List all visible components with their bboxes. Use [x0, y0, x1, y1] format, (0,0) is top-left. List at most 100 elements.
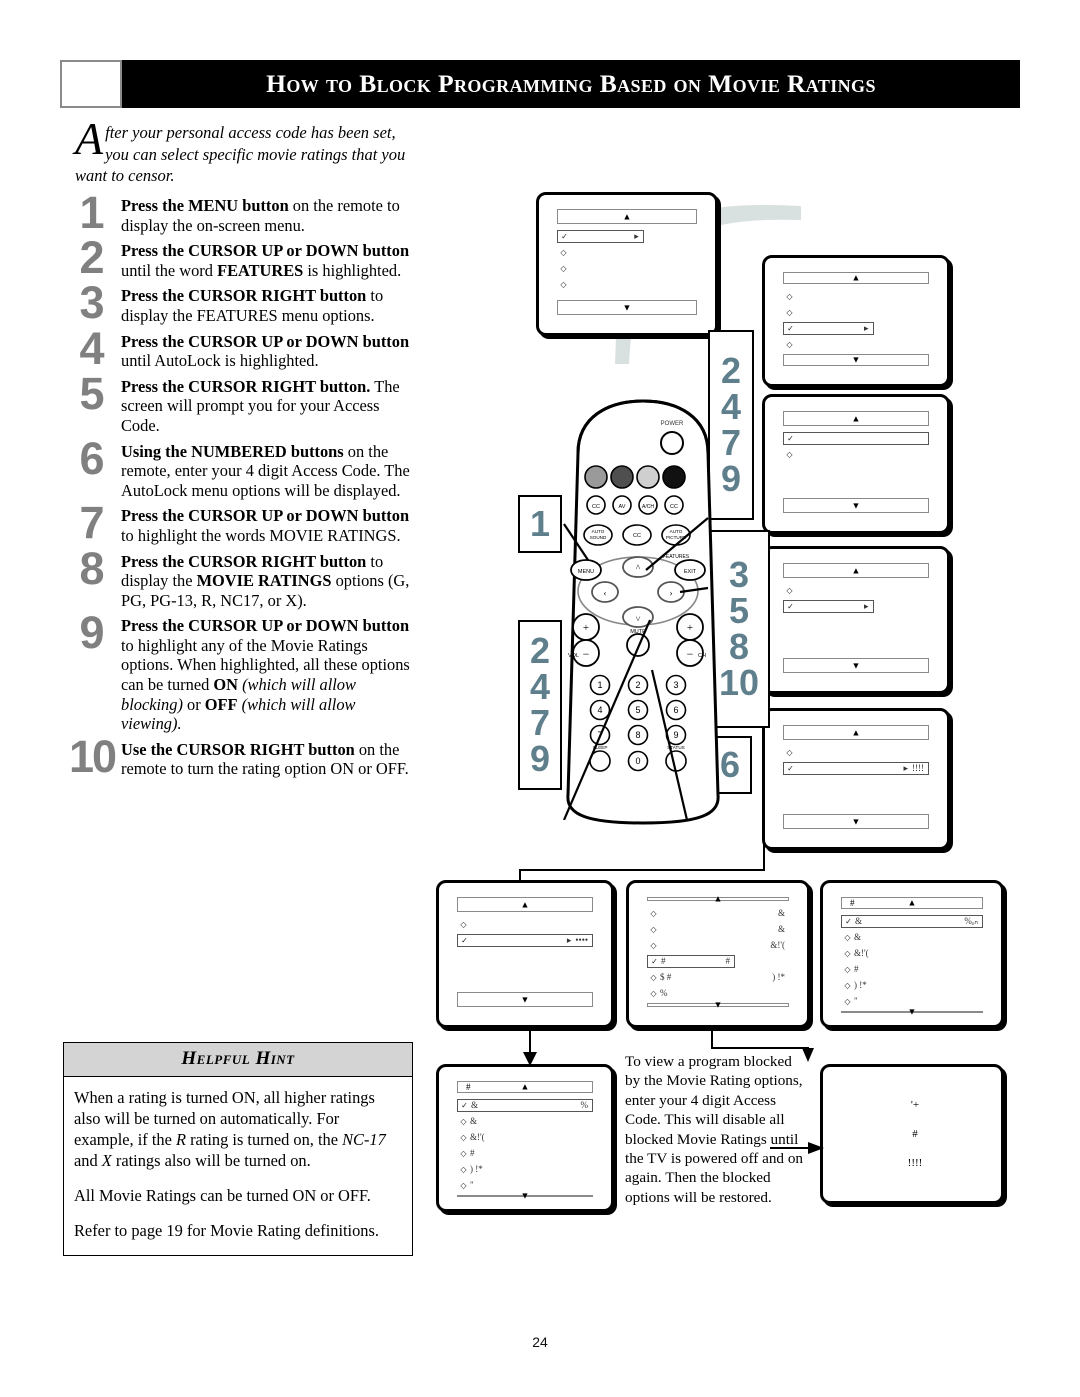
menu-row[interactable]: ✓ &% — [457, 1099, 593, 1112]
step-number: 10 — [68, 730, 117, 782]
menu-row[interactable]: ◇ — [783, 448, 929, 461]
diamond-bullet-icon: ◇ — [844, 997, 851, 1006]
menu-row[interactable]: ◇ — [783, 584, 929, 597]
svg-text:EXIT: EXIT — [684, 569, 697, 575]
menu-spacer — [783, 464, 929, 498]
step-text: Press the MENU button on the remote to d… — [121, 196, 400, 235]
menu-row-label: ) !* — [470, 1164, 483, 1174]
tv-screen-features-menu: ▲ ✓ ◇ ▼ — [762, 394, 950, 534]
menu-row[interactable]: ◇ — [783, 290, 929, 303]
step-text: Press the CURSOR UP or DOWN button to hi… — [121, 506, 410, 545]
check-icon: ✓ — [651, 957, 658, 966]
svg-text:5: 5 — [635, 705, 640, 715]
menu-row[interactable]: ◇% — [647, 987, 789, 1000]
menu-row[interactable]: ◇ # — [457, 1147, 593, 1160]
menu-row[interactable]: ◇ &!'( — [457, 1131, 593, 1144]
intro-dropcap: A — [75, 113, 104, 164]
svg-text:1: 1 — [597, 680, 602, 690]
menu-row-value: ▸ — [863, 323, 869, 333]
menu-row[interactable]: ✓ ▸ — [783, 600, 874, 613]
step-10: 10 Use the CURSOR RIGHT button on the rem… — [66, 734, 418, 779]
menu-row[interactable]: ◇ & — [647, 923, 789, 936]
diamond-bullet-icon: ◇ — [460, 1165, 467, 1174]
menu-row[interactable]: ◇ — [557, 262, 697, 275]
menu-row[interactable]: ✓ ▸!!!! — [783, 762, 929, 775]
menu-rows: ◇ ✓ ▸ — [783, 582, 929, 658]
step-number: 3 — [79, 277, 105, 329]
diamond-bullet-icon: ◇ — [460, 920, 467, 929]
menu-rows: ✓ ▸ ◇ ◇ ◇ — [557, 228, 697, 300]
menu-spacer — [783, 616, 929, 658]
menu-row-value: ) !* — [772, 972, 785, 982]
menu-row-value: & — [777, 908, 785, 918]
menu-row[interactable]: ✓ ▸ •••• — [457, 934, 593, 947]
diamond-bullet-icon: ◇ — [560, 264, 567, 273]
menu-row-extra: !!!! — [912, 763, 924, 773]
menu-row[interactable]: ◇) !* — [457, 1163, 593, 1176]
tv-screen-movie-ratings-1: # ▲ ✓ & %ₒₙ ◇ & ◇ &!'(◇ # ◇) !* ◇ " ▼ — [820, 880, 1004, 1028]
menu-row[interactable]: ◇) !* — [841, 979, 983, 992]
callout-step-number: 1 — [529, 503, 551, 544]
access-code-line: # — [912, 1128, 918, 1140]
menu-row-value: ▸ — [634, 231, 639, 241]
menu-row[interactable]: ✓ — [783, 432, 929, 445]
menu-row[interactable]: ✓ & %ₒₙ — [841, 915, 983, 928]
menu-row-label: & — [470, 1116, 478, 1126]
menu-row[interactable]: ◇ &!'( — [841, 947, 983, 960]
menu-row-value: ▸ — [863, 601, 869, 611]
menu-row[interactable]: ◇ $ #) !* — [647, 971, 789, 984]
menu-row[interactable]: ◇ — [557, 278, 697, 291]
tv-screen-access-prompt: ▲ ◇ ✓ ▸!!!! ▼ — [762, 708, 950, 850]
menu-scroll-up: ▲ — [647, 894, 789, 903]
svg-text:AUTO: AUTO — [670, 529, 683, 534]
step-6: 6 Using the NUMBERED buttons on the remot… — [66, 436, 418, 501]
menu-row[interactable]: ◇ — [783, 338, 929, 351]
diamond-bullet-icon: ◇ — [650, 909, 657, 918]
menu-scroll-up: ▲ — [783, 411, 929, 426]
menu-row[interactable]: ◇ &!'( — [647, 939, 789, 952]
callout-step-number: 4 — [529, 666, 551, 707]
menu-row-label: &!'( — [854, 948, 869, 958]
menu-row[interactable]: ◇ — [783, 746, 929, 759]
step-number: 6 — [79, 432, 105, 484]
tv-screen-movie-ratings-2: # ▲ ✓ &% ◇ & ◇ &!'(◇ # ◇) !* ◇ " ▼ — [436, 1064, 614, 1212]
hint-paragraph: Refer to page 19 for Movie Rating defini… — [74, 1221, 379, 1240]
step-number: 7 — [79, 497, 105, 549]
menu-row-label: " — [470, 1180, 474, 1190]
menu-row[interactable]: ◇ — [457, 918, 593, 931]
check-icon: ✓ — [787, 764, 794, 773]
menu-row[interactable]: ✓ ▸ — [557, 230, 644, 243]
menu-row-value: # — [725, 956, 731, 966]
diamond-bullet-icon: ◇ — [560, 280, 567, 289]
menu-row-value: ▸ — [566, 935, 572, 945]
menu-row[interactable]: ✓ ▸ — [783, 322, 874, 335]
check-icon: ✓ — [787, 324, 794, 333]
svg-text:FEATURES: FEATURES — [663, 554, 690, 560]
step-text: Use the CURSOR RIGHT button on the remot… — [121, 739, 409, 779]
menu-row[interactable]: ✓ # # — [647, 955, 736, 968]
menu-scroll-up: ▲ — [783, 563, 929, 578]
svg-text:3: 3 — [673, 680, 678, 690]
menu-scroll-down: ▼ — [783, 498, 929, 513]
menu-row[interactable]: ◇ & — [841, 931, 983, 944]
menu-spacer — [457, 950, 593, 992]
helpful-hint-title: Helpful Hint — [64, 1043, 412, 1077]
callout-step-number: 9 — [529, 738, 551, 779]
svg-text:VOL: VOL — [568, 653, 579, 659]
menu-title-bar: # ▲ — [457, 1081, 593, 1093]
step-7: 7 Press the CURSOR UP or DOWN button to h… — [66, 500, 418, 545]
svg-text:8: 8 — [635, 730, 640, 740]
menu-row[interactable]: ◇ & — [647, 907, 789, 920]
menu-row-label: " — [854, 996, 858, 1006]
menu-row[interactable]: ◇ — [783, 306, 929, 319]
svg-text:CC: CC — [592, 504, 600, 510]
menu-row[interactable]: ◇ — [557, 246, 697, 259]
check-icon: ✓ — [561, 232, 568, 241]
menu-scroll-up: ▲ — [457, 897, 593, 912]
menu-row[interactable]: ◇ & — [457, 1115, 593, 1128]
step-text: Press the CURSOR RIGHT button to display… — [121, 286, 384, 325]
menu-row[interactable]: ◇ # — [841, 963, 983, 976]
menu-row-value: %ₒₙ — [964, 916, 978, 926]
svg-text:+: + — [687, 622, 693, 634]
step-1: 1 Press the MENU button on the remote to … — [66, 190, 418, 235]
